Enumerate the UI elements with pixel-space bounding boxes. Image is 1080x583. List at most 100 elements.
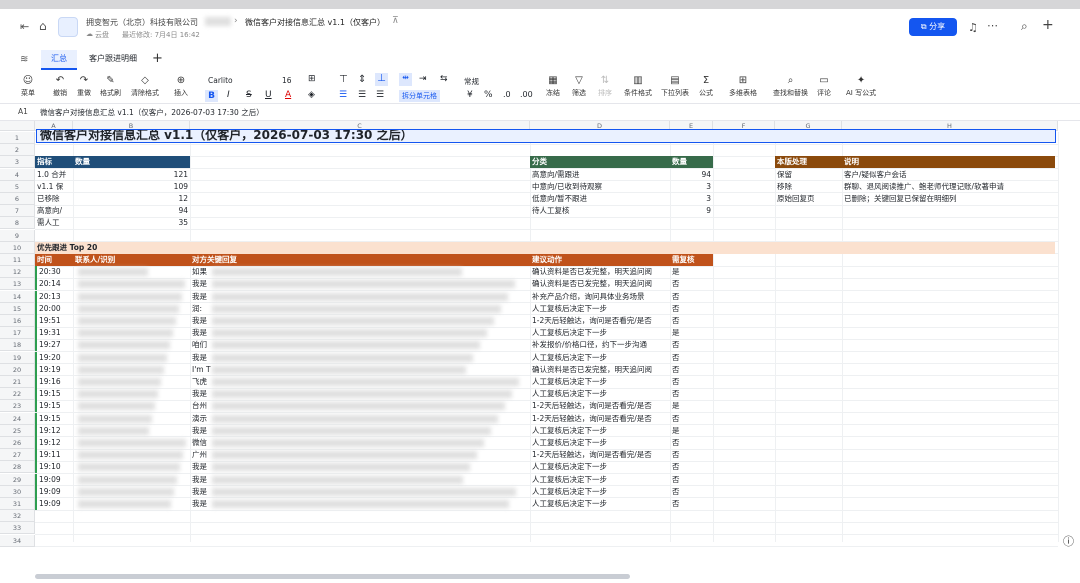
priority-review[interactable]: 否 — [670, 474, 713, 486]
align-top-icon[interactable]: ⊤ — [339, 74, 348, 85]
version-item[interactable]: 保留 — [775, 169, 842, 181]
row-header-4[interactable]: 4 — [0, 168, 35, 181]
priority-action[interactable]: 人工复核后决定下一步 — [530, 486, 670, 498]
pin-icon[interactable]: ⊼ — [392, 16, 399, 26]
category-count[interactable]: 9 — [670, 205, 713, 217]
version-desc-header[interactable]: 说明 — [842, 156, 1055, 169]
add-sheet-icon[interactable]: + — [152, 51, 163, 66]
bold-icon[interactable]: B — [205, 90, 218, 102]
freeze-button[interactable]: ▦ 冻结 — [546, 75, 560, 98]
priority-review[interactable]: 是 — [670, 266, 713, 278]
percent-icon[interactable]: % — [484, 90, 493, 100]
priority-time[interactable]: 19:27 — [35, 339, 73, 352]
sidebar-toggle-icon[interactable]: ⇤ — [20, 20, 29, 33]
scrollbar-thumb[interactable] — [35, 574, 630, 579]
priority-time[interactable]: 19:15 — [35, 388, 73, 401]
priority-time[interactable]: 19:51 — [35, 315, 73, 327]
priority-action[interactable]: 1-2天后轻触达，询问是否看完/是否 — [530, 400, 670, 412]
dropdown-list-button[interactable]: ▤ 下拉列表 — [661, 75, 689, 98]
undo-button[interactable]: ↶ 撤销 — [53, 75, 67, 98]
decimal-inc-icon[interactable]: .0 — [503, 90, 511, 99]
row-header-31[interactable]: 31 — [0, 498, 35, 510]
tab-detail[interactable]: 客户跟进明细 — [83, 50, 143, 70]
row-header-29[interactable]: 29 — [0, 473, 35, 486]
summary-metric[interactable]: 需人工 — [35, 217, 73, 229]
row-header-11[interactable]: 11 — [0, 254, 35, 266]
redo-button[interactable]: ↷ 重做 — [77, 75, 91, 98]
row-header-7[interactable]: 7 — [0, 205, 35, 218]
version-header[interactable]: 本版处理 — [775, 156, 842, 169]
summary-metric[interactable]: 已移除 — [35, 193, 73, 205]
priority-time[interactable]: 19:09 — [35, 498, 73, 510]
row-header-23[interactable]: 23 — [0, 400, 35, 413]
row-header-15[interactable]: 15 — [0, 302, 35, 315]
row-header-28[interactable]: 28 — [0, 461, 35, 474]
row-header-6[interactable]: 6 — [0, 193, 35, 205]
wrap-icon[interactable]: ⇥ — [419, 74, 427, 84]
category-name[interactable]: 低意向/暂不跟进 — [530, 193, 670, 205]
font-color-icon[interactable]: A — [285, 90, 291, 100]
summary-count[interactable]: 109 — [73, 181, 190, 193]
priority-title[interactable]: 优先跟进 Top 20 — [35, 241, 1055, 254]
version-desc[interactable]: 已删除；关键回复已保留在明细列 — [842, 193, 1055, 205]
priority-action[interactable]: 1-2天后轻触达，询问是否看完/是否 — [530, 413, 670, 425]
decimal-dec-icon[interactable]: .00 — [520, 90, 533, 99]
menu-button[interactable]: ☺ 菜单 — [21, 75, 35, 98]
row-header-16[interactable]: 16 — [0, 315, 35, 327]
priority-action[interactable]: 人工复核后决定下一步 — [530, 498, 670, 510]
priority-action[interactable]: 补发报价/价格口径，约下一步沟通 — [530, 339, 670, 351]
comment-button[interactable]: ▭ 评论 — [817, 75, 831, 98]
unmerge-cells-button[interactable]: 拆分单元格 — [399, 90, 440, 102]
priority-time[interactable]: 19:15 — [35, 412, 73, 425]
priority-action[interactable]: 人工复核后决定下一步 — [530, 303, 670, 315]
tab-summary[interactable]: 汇总 — [41, 50, 77, 70]
priority-action[interactable]: 补充产品介绍，询问具体业务场景 — [530, 291, 670, 303]
font-select[interactable]: Carlito — [208, 76, 233, 85]
priority-action[interactable]: 人工复核后决定下一步 — [530, 388, 670, 400]
priority-action[interactable]: 人工复核后决定下一步 — [530, 437, 670, 449]
row-header-30[interactable]: 30 — [0, 485, 35, 498]
row-header-13[interactable]: 13 — [0, 278, 35, 291]
priority-header-0[interactable]: 时间 — [35, 254, 73, 266]
select-all-corner[interactable] — [0, 121, 35, 131]
summary-count[interactable]: 121 — [73, 169, 190, 181]
underline-icon[interactable]: U — [265, 90, 272, 100]
row-header-5[interactable]: 5 — [0, 180, 35, 193]
font-size-select[interactable]: 16 — [282, 76, 292, 85]
insert-button[interactable]: ⊕ 插入 — [174, 75, 188, 98]
version-item[interactable]: 原始回复页 — [775, 193, 842, 205]
priority-review[interactable]: 否 — [670, 437, 713, 449]
row-header-3[interactable]: 3 — [0, 156, 35, 169]
row-header-22[interactable]: 22 — [0, 388, 35, 401]
priority-header-1[interactable]: 联系人/识别 — [73, 254, 190, 266]
priority-action[interactable]: 人工复核后决定下一步 — [530, 474, 670, 486]
help-icon[interactable]: ⓘ — [1063, 533, 1074, 549]
priority-time[interactable]: 20:30 — [35, 266, 73, 279]
row-header-18[interactable]: 18 — [0, 339, 35, 352]
sort-button[interactable]: ⇅ 排序 — [598, 75, 612, 98]
currency-icon[interactable]: ¥ — [467, 90, 473, 100]
priority-review[interactable]: 是 — [670, 400, 713, 412]
category-header[interactable]: 分类 — [530, 156, 670, 169]
borders-icon[interactable]: ⊞ — [308, 74, 316, 84]
row-header-34[interactable]: 34 — [0, 534, 35, 547]
category-count[interactable]: 3 — [670, 181, 713, 193]
align-right-icon[interactable]: ☰ — [376, 90, 384, 100]
format-painter-button[interactable]: ✎ 格式刷 — [100, 75, 121, 98]
row-header-21[interactable]: 21 — [0, 376, 35, 388]
priority-review[interactable]: 否 — [670, 486, 713, 498]
align-left-icon[interactable]: ☰ — [339, 90, 347, 100]
priority-review[interactable]: 否 — [670, 498, 713, 510]
find-replace-button[interactable]: ⌕ 查找和替换 — [773, 75, 808, 98]
priority-header-4[interactable]: 需复核 — [670, 254, 713, 266]
version-desc[interactable]: 群聊、退风阅读推广、鲍老师代理记账/软著申请 — [842, 181, 1055, 193]
priority-review[interactable]: 否 — [670, 376, 713, 388]
number-format-select[interactable]: 常规 — [464, 76, 479, 87]
fill-color-icon[interactable]: ◈ — [308, 90, 315, 100]
priority-review[interactable]: 否 — [670, 352, 713, 364]
priority-time[interactable]: 19:31 — [35, 327, 73, 340]
row-header-8[interactable]: 8 — [0, 217, 35, 230]
row-header-27[interactable]: 27 — [0, 449, 35, 462]
share-button[interactable]: ⧉ 分享 — [909, 18, 957, 36]
row-header-24[interactable]: 24 — [0, 412, 35, 425]
